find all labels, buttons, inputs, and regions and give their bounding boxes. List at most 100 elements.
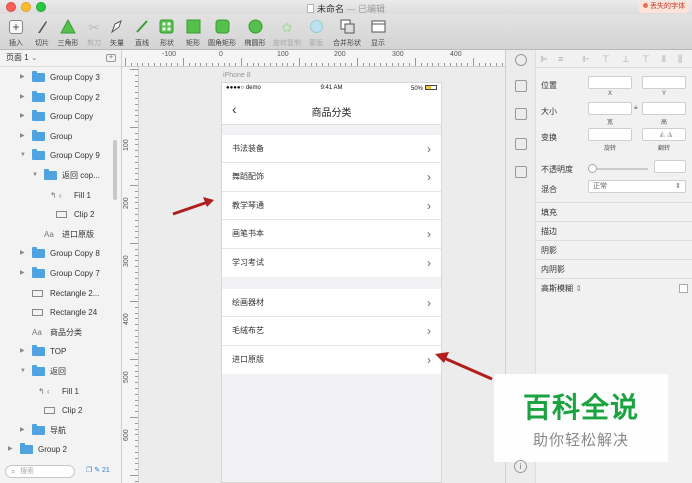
export-icon[interactable] bbox=[515, 80, 527, 92]
rotate-field[interactable] bbox=[588, 128, 632, 141]
layer-row[interactable]: ↰ ‹ Fill 1 bbox=[0, 382, 110, 402]
combine-shapes-button[interactable]: 合并形状 bbox=[331, 19, 363, 48]
border-section[interactable]: 描边 bbox=[536, 221, 692, 240]
layer-row[interactable]: ▶ Group Copy bbox=[0, 107, 110, 127]
blur-checkbox[interactable] bbox=[679, 284, 688, 293]
category-row[interactable]: 教学琴通 › bbox=[222, 192, 441, 221]
vertical-ruler[interactable]: 100 200 300 400 500 600 bbox=[122, 67, 139, 483]
view-button[interactable]: 显示 bbox=[366, 19, 390, 48]
disclosure-collapsed-icon[interactable]: ▶ bbox=[20, 244, 25, 263]
vector-button[interactable]: 矢量 bbox=[107, 19, 127, 48]
width-field[interactable] bbox=[588, 102, 632, 115]
align-center-icon[interactable]: ≡ bbox=[558, 54, 563, 64]
layer-row[interactable]: ▶ Group Copy 8 bbox=[0, 244, 110, 264]
artboard-name[interactable]: iPhone 8 bbox=[223, 72, 251, 79]
disclosure-collapsed-icon[interactable]: ▶ bbox=[20, 264, 25, 283]
opacity-slider-track[interactable] bbox=[588, 168, 648, 170]
disclosure-collapsed-icon[interactable]: ▶ bbox=[20, 88, 25, 107]
opacity-slider-knob[interactable] bbox=[588, 164, 597, 173]
disclosure-collapsed-icon[interactable]: ▶ bbox=[20, 421, 25, 440]
rectangle-button[interactable]: 矩形 bbox=[183, 19, 203, 48]
slice-button[interactable]: 切片 bbox=[32, 19, 52, 48]
layer-row[interactable]: Clip 2 bbox=[0, 401, 110, 421]
iphone-artboard[interactable]: ●●●●○ demo 9:41 AM 50% ‹ 商品分类 书法装备 › 舞蹈配饰 ›… bbox=[221, 82, 442, 483]
symbol-icon[interactable] bbox=[515, 138, 527, 150]
align-top-icon[interactable]: ⊤ bbox=[602, 54, 610, 65]
layer-row[interactable]: ▶ Group Copy 3 bbox=[0, 68, 110, 88]
lock-icon[interactable]: 🔒︎ bbox=[634, 104, 638, 112]
layer-row[interactable]: Clip 2 bbox=[0, 205, 110, 225]
line-button[interactable]: 直线 bbox=[132, 19, 152, 48]
insert-button[interactable]: + 插入 bbox=[4, 19, 28, 48]
layer-row[interactable]: ▶ TOP bbox=[0, 342, 110, 362]
layer-search-input[interactable]: ⌕ 搜索 bbox=[5, 465, 75, 478]
layer-row[interactable]: ▶ Group Copy 2 bbox=[0, 88, 110, 108]
category-row[interactable]: 舞蹈配饰 › bbox=[222, 163, 441, 192]
disclosure-collapsed-icon[interactable]: ▶ bbox=[20, 342, 25, 361]
category-row[interactable]: 画笔书本 › bbox=[222, 220, 441, 249]
category-row[interactable]: 绘画器材 › bbox=[222, 289, 441, 318]
layer-count[interactable]: ❐ ✎ 21 bbox=[86, 466, 110, 474]
disclosure-expanded-icon[interactable]: ▼ bbox=[20, 146, 26, 165]
triangle-button[interactable]: 三角形 bbox=[56, 18, 80, 48]
rounded-rect-button[interactable]: 圆角矩形 bbox=[206, 19, 238, 48]
height-field[interactable] bbox=[642, 102, 686, 115]
shadow-section[interactable]: 阴影 bbox=[536, 240, 692, 259]
layers-scrollbar[interactable] bbox=[113, 140, 117, 200]
fill-section[interactable]: 填充 bbox=[536, 202, 692, 221]
category-row[interactable]: 进口原版 › bbox=[222, 346, 441, 374]
disclosure-expanded-icon[interactable]: ▼ bbox=[32, 166, 38, 185]
layer-row[interactable]: ▶ Group bbox=[0, 127, 110, 147]
disclosure-collapsed-icon[interactable]: ▶ bbox=[20, 127, 25, 146]
blending-select[interactable]: 正常 ⇕ bbox=[588, 180, 686, 193]
grid-icon[interactable] bbox=[515, 166, 527, 178]
layer-row[interactable]: Rectangle 2... bbox=[0, 284, 110, 304]
canvas[interactable]: iPhone 8 ●●●●○ demo 9:41 AM 50% ‹ 商品分类 书… bbox=[139, 67, 505, 483]
x-field[interactable] bbox=[588, 76, 632, 89]
add-page-button[interactable]: + bbox=[106, 54, 116, 62]
disclosure-expanded-icon[interactable]: ▼ bbox=[20, 362, 26, 381]
layer-row[interactable]: ▼ Group Copy 9 bbox=[0, 146, 110, 166]
align-bottom-icon[interactable]: ⊤ bbox=[642, 54, 650, 65]
layer-label: TOP bbox=[50, 347, 67, 357]
layer-row[interactable]: Aa 商品分类 bbox=[0, 323, 110, 343]
align-left-icon[interactable]: ⊫ bbox=[540, 54, 548, 65]
align-right-icon[interactable]: ⊩ bbox=[582, 54, 590, 65]
layer-row[interactable]: ▼ 返回 cop... bbox=[0, 166, 110, 186]
mask-button[interactable]: 蒙版 bbox=[305, 19, 327, 48]
layer-row[interactable]: Rectangle 24 bbox=[0, 303, 110, 323]
ruler-tick bbox=[420, 63, 422, 66]
scissors-button[interactable]: ✂ 剪刀 bbox=[84, 19, 104, 48]
layer-row[interactable]: ▶ Group 2 bbox=[0, 440, 110, 460]
missing-fonts-badge[interactable]: 丢失的字体 bbox=[639, 1, 689, 13]
disclosure-collapsed-icon[interactable]: ▶ bbox=[8, 440, 13, 459]
layer-row[interactable]: ▶ Group Copy 7 bbox=[0, 264, 110, 284]
category-row[interactable]: 书法装备 › bbox=[222, 135, 441, 164]
align-middle-icon[interactable]: ⊥ bbox=[622, 54, 630, 65]
ruler-tick bbox=[135, 347, 138, 349]
disclosure-collapsed-icon[interactable]: ▶ bbox=[20, 68, 25, 87]
blur-section[interactable]: 高斯模糊 ⇕ bbox=[536, 278, 692, 297]
opacity-field[interactable] bbox=[654, 160, 686, 173]
ruler-tick bbox=[135, 231, 138, 233]
horizontal-ruler[interactable]: -100 0 100 200 300 400 bbox=[122, 50, 505, 67]
layer-row[interactable]: ▶ 导航 bbox=[0, 421, 110, 441]
category-row[interactable]: 学习考试 › bbox=[222, 249, 441, 277]
settings-icon[interactable] bbox=[515, 54, 527, 66]
flip-buttons[interactable]: ◭ ◮ bbox=[642, 128, 686, 141]
page-selector[interactable]: 页面 1 ⌄ + bbox=[0, 50, 121, 67]
layer-row[interactable]: ↰ ‹ Fill 1 bbox=[0, 186, 110, 206]
layer-row[interactable]: Aa 进口原版 bbox=[0, 225, 110, 245]
inner-shadow-section[interactable]: 内阴影 bbox=[536, 259, 692, 278]
disclosure-collapsed-icon[interactable]: ▶ bbox=[20, 107, 25, 126]
distribute-icon[interactable]: ⫴ bbox=[662, 54, 666, 65]
rotate-copy-button[interactable]: ✿ 旋转复制 bbox=[272, 19, 302, 48]
layer-row[interactable]: ▼ 返回 bbox=[0, 362, 110, 382]
y-field[interactable] bbox=[642, 76, 686, 89]
category-row[interactable]: 毛绒布艺 › bbox=[222, 317, 441, 346]
info-icon[interactable]: i bbox=[514, 460, 527, 473]
text-style-icon[interactable] bbox=[515, 108, 527, 120]
shape-button[interactable]: 形状 bbox=[156, 19, 178, 48]
distribute-v-icon[interactable]: ⫼ bbox=[678, 54, 682, 65]
oval-button[interactable]: 椭圆形 bbox=[242, 19, 268, 48]
